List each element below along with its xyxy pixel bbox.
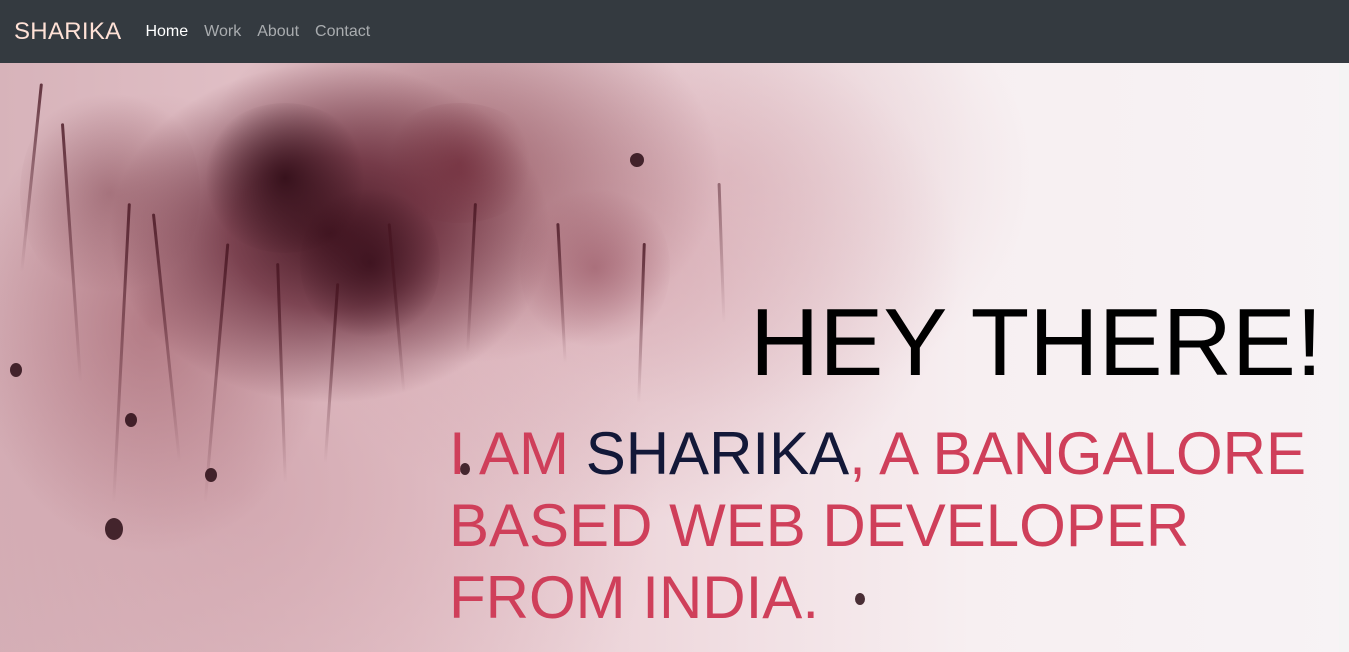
nav-link-contact[interactable]: Contact (315, 23, 370, 40)
brand-logo[interactable]: SHARIKA (14, 19, 121, 44)
intro-name: SHARIKA (585, 420, 850, 487)
nav-links: Home Work About Contact (145, 23, 386, 40)
hero-heading: HEY THERE! (750, 289, 1323, 396)
hero-section: HEY THERE! I AM SHARIKA, A BANGALORE BAS… (0, 63, 1349, 652)
nav-link-about[interactable]: About (257, 23, 299, 40)
hero-intro: I AM SHARIKA, A BANGALORE BASED WEB DEVE… (449, 418, 1339, 634)
navbar: SHARIKA Home Work About Contact (0, 0, 1349, 63)
intro-prefix: I AM (449, 420, 586, 487)
nav-link-home[interactable]: Home (145, 23, 188, 40)
nav-link-work[interactable]: Work (204, 23, 241, 40)
